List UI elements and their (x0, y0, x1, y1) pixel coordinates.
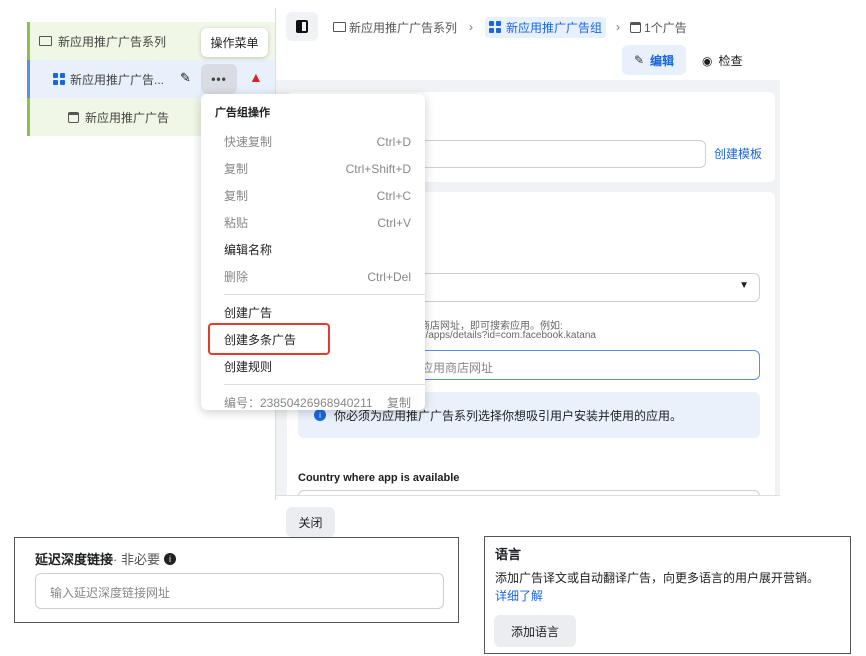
breadcrumb-ads[interactable]: 1个广告 (644, 19, 687, 36)
country-label: Country where app is available (298, 472, 460, 484)
label: 复制 (224, 162, 249, 176)
template-input[interactable] (420, 140, 706, 168)
edit-button[interactable]: ✎ 编辑 (622, 45, 686, 75)
shortcut: Ctrl+D (376, 134, 411, 149)
ad-icon (68, 111, 79, 123)
folder-icon (39, 36, 52, 46)
menu-item-create-multiple-ads[interactable]: 创建多条广告 (201, 323, 425, 355)
folder-icon (333, 22, 346, 32)
deeplink-title-text: 延迟深度链接 (35, 552, 114, 567)
deeplink-title: 延迟深度链接 · 非必要 i (35, 549, 176, 568)
language-title: 语言 (495, 547, 522, 562)
deeplink-input[interactable]: 输入延迟深度链接网址 (35, 573, 444, 609)
separator (224, 384, 425, 385)
warning-icon: ▲ (249, 69, 263, 85)
caret-down-icon: ▼ (739, 280, 749, 291)
menu-item-duplicate[interactable]: 复制 Ctrl+Shift+D (201, 155, 425, 182)
adset-name: 新应用推广广告... (70, 72, 165, 87)
label: 粘贴 (224, 216, 249, 230)
deeplink-placeholder: 输入延迟深度链接网址 (50, 586, 171, 600)
context-menu: 广告组操作 快速复制 Ctrl+D 复制 Ctrl+Shift+D 复制 Ctrl+C… (201, 94, 425, 410)
menu-item-create-rule[interactable]: 创建规则 (201, 353, 425, 380)
shortcut: Ctrl+V (377, 215, 411, 230)
sidebar-icon (296, 20, 308, 33)
language-panel: 语言 添加广告译文或自动翻译广告，向更多语言的用户展开营销。 详细了解 添加语言 (484, 536, 851, 654)
pencil-icon: ✎ (633, 53, 645, 67)
breadcrumb: 新应用推广广告系列 › 新应用推广广告组 › 1个广告 (333, 16, 687, 38)
breadcrumb-adset-label: 新应用推广广告组 (506, 20, 603, 35)
label: 编辑名称 (224, 243, 273, 257)
footer (276, 495, 780, 540)
ad-name: 新应用推广广告 (85, 110, 170, 125)
store-url-input[interactable]: 应用商店网址 (420, 350, 760, 380)
review-label: 检查 (718, 54, 743, 68)
menu-item-paste[interactable]: 粘贴 Ctrl+V (201, 209, 425, 236)
campaign-name: 新应用推广广告系列 (58, 34, 167, 49)
store-url-placeholder: 应用商店网址 (421, 361, 494, 375)
learn-more-link[interactable]: 详细了解 (495, 587, 543, 604)
review-button[interactable]: ◉ 检查 (702, 52, 743, 69)
app-select[interactable]: ▼ (420, 273, 760, 302)
more-actions-button[interactable]: ••• (201, 64, 237, 94)
shortcut: Ctrl+Del (367, 269, 411, 284)
chevron-right-icon: › (616, 20, 621, 34)
close-button[interactable]: 关闭 (286, 507, 335, 537)
shortcut: Ctrl+Shift+D (345, 161, 411, 176)
deeplink-panel: 延迟深度链接 · 非必要 i 输入延迟深度链接网址 (14, 537, 459, 623)
ad-icon (630, 21, 642, 33)
add-language-button[interactable]: 添加语言 (494, 615, 576, 647)
language-desc: 添加广告译文或自动翻译广告，向更多语言的用户展开营销。 (495, 571, 820, 585)
pencil-icon[interactable]: ✎ (180, 70, 191, 86)
menu-item-copy[interactable]: 复制 Ctrl+C (201, 182, 425, 209)
info-icon[interactable]: i (163, 552, 176, 565)
label: 创建规则 (224, 360, 273, 374)
label: 快速复制 (224, 135, 273, 149)
menu-item-rename[interactable]: 编辑名称 (201, 236, 425, 263)
menu-id-row: 编号：23850426968940211 复制 (201, 389, 425, 416)
adset-icon (489, 21, 502, 33)
label: 删除 (224, 270, 249, 284)
highlight-box (208, 323, 330, 355)
create-template-link[interactable]: 创建模板 (714, 145, 762, 162)
shortcut: Ctrl+C (376, 188, 411, 203)
chevron-right-icon: › (469, 20, 474, 34)
id-label: 编号：23850426968940211 (224, 396, 373, 410)
label: 创建广告 (224, 306, 273, 320)
eye-icon: ◉ (702, 53, 713, 68)
helper-example: e/apps/details?id=com.facebook.katana (420, 330, 596, 341)
label: 复制 (224, 189, 249, 203)
breadcrumb-campaign[interactable]: 新应用推广广告系列 (349, 19, 457, 36)
breadcrumb-adset[interactable]: 新应用推广广告组 (485, 16, 607, 38)
tree-item-adset[interactable]: 新应用推广广告... ✎ ••• ▲ (27, 60, 275, 98)
menu-header: 广告组操作 (215, 107, 270, 119)
separator (224, 294, 425, 295)
toggle-sidebar-button[interactable] (286, 12, 318, 41)
deeplink-optional: · 非必要 (113, 552, 160, 567)
copy-id-button[interactable]: 复制 (387, 394, 411, 411)
menu-item-quick-duplicate[interactable]: 快速复制 Ctrl+D (201, 128, 425, 155)
menu-item-delete[interactable]: 删除 Ctrl+Del (201, 263, 425, 290)
tooltip: 操作菜单 (201, 28, 268, 57)
menu-item-create-ad[interactable]: 创建广告 (201, 299, 425, 326)
adset-icon (53, 73, 65, 85)
edit-label: 编辑 (650, 53, 675, 68)
